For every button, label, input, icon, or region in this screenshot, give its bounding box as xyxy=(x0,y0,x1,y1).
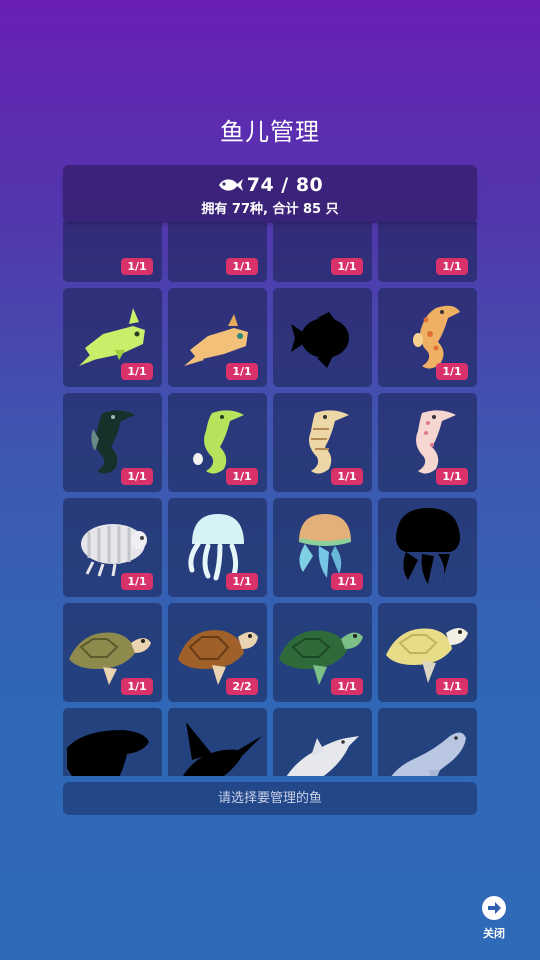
fish-card-pink-seahorse[interactable]: 1/1 xyxy=(378,393,477,492)
fish-card-locked-silhouette-whale[interactable] xyxy=(63,708,162,776)
fish-card-partial-fish-1[interactable]: 1/1 xyxy=(63,222,162,282)
owned-count-badge: 1/1 xyxy=(331,258,363,275)
fish-card-green-cowfish[interactable]: 1/1 xyxy=(63,288,162,387)
fish-card-olive-sea-turtle[interactable]: 1/1 xyxy=(63,603,162,702)
owned-count-badge: 1/1 xyxy=(436,258,468,275)
fish-grid: 1/1 1/1 1/1 1/1 1/1 1/1 1/1 1/1 1/1 1/1 1/1 1/1 1/1 1… xyxy=(63,222,477,776)
fish-card-partial-fish-3[interactable]: 1/1 xyxy=(273,222,372,282)
owned-count-badge: 1/1 xyxy=(436,678,468,695)
fish-card-moon-jellyfish[interactable]: 1/1 xyxy=(168,498,267,597)
owned-count-badge: 1/1 xyxy=(121,678,153,695)
owned-count-badge: 1/1 xyxy=(121,258,153,275)
fish-card-locked-silhouette-jellyfish[interactable] xyxy=(378,498,477,597)
fish-card-partial-fish-4[interactable]: 1/1 xyxy=(378,222,477,282)
locked-silhouette-jellyfish-illustration xyxy=(396,508,460,584)
owned-count-badge: 1/1 xyxy=(226,363,258,380)
fish-card-green-seahorse[interactable]: 1/1 xyxy=(168,393,267,492)
owned-count-badge: 1/1 xyxy=(121,573,153,590)
fish-card-dark-seahorse[interactable]: 1/1 xyxy=(63,393,162,492)
fish-card-white-dolphin[interactable]: 1/1 xyxy=(273,708,372,776)
fish-card-rainbow-jellyfish[interactable]: 1/1 xyxy=(273,498,372,597)
owned-count-badge: 1/1 xyxy=(436,363,468,380)
fish-card-hawksbill-turtle[interactable]: 1/1 xyxy=(378,603,477,702)
owned-count-badge: 1/1 xyxy=(226,258,258,275)
owned-count-badge: 1/1 xyxy=(226,573,258,590)
fish-card-locked-silhouette-swordfish[interactable] xyxy=(168,708,267,776)
collection-summary-text: 拥有 77种, 合计 85 只 xyxy=(201,202,339,217)
selection-hint-bar: 请选择要管理的鱼 xyxy=(63,782,477,815)
arrow-right-icon xyxy=(482,896,506,920)
fish-card-locked-silhouette-fish[interactable] xyxy=(273,288,372,387)
collection-count: 74 / 80 xyxy=(246,174,324,196)
close-button-label: 关闭 xyxy=(483,927,505,940)
fish-grid-scroll-area[interactable]: 1/1 1/1 1/1 1/1 1/1 1/1 1/1 1/1 1/1 1/1 1/1 1/1 1/1 1… xyxy=(63,222,477,776)
fish-card-tan-seahorse[interactable]: 1/1 xyxy=(273,393,372,492)
fish-card-orange-cowfish[interactable]: 1/1 xyxy=(168,288,267,387)
fish-card-loggerhead-turtle[interactable]: 2/2 xyxy=(168,603,267,702)
collection-summary-panel: 74 / 80 拥有 77种, 合计 85 只 xyxy=(63,165,477,223)
owned-count-badge: 1/1 xyxy=(331,573,363,590)
owned-count-badge: 2/2 xyxy=(226,678,258,695)
white-dolphin-illustration xyxy=(286,736,359,776)
locked-silhouette-whale-illustration xyxy=(67,730,149,776)
fish-card-beluga-whale[interactable]: 1/1 xyxy=(378,708,477,776)
owned-count-badge: 1/1 xyxy=(331,468,363,485)
fish-card-orange-seahorse[interactable]: 1/1 xyxy=(378,288,477,387)
locked-silhouette-swordfish-illustration xyxy=(183,722,262,776)
fish-card-partial-fish-2[interactable]: 1/1 xyxy=(168,222,267,282)
fish-card-green-sea-turtle[interactable]: 1/1 xyxy=(273,603,372,702)
beluga-whale-illustration xyxy=(391,732,466,776)
owned-count-badge: 1/1 xyxy=(226,468,258,485)
page-title: 鱼儿管理 xyxy=(220,118,320,146)
fish-card-isopod[interactable]: 1/1 xyxy=(63,498,162,597)
fish-icon xyxy=(218,179,243,191)
owned-count-badge: 1/1 xyxy=(121,468,153,485)
owned-count-badge: 1/1 xyxy=(436,468,468,485)
owned-count-badge: 1/1 xyxy=(121,363,153,380)
close-button[interactable]: 关闭 xyxy=(475,896,513,941)
locked-silhouette-fish-illustration xyxy=(291,312,349,368)
owned-count-badge: 1/1 xyxy=(331,678,363,695)
